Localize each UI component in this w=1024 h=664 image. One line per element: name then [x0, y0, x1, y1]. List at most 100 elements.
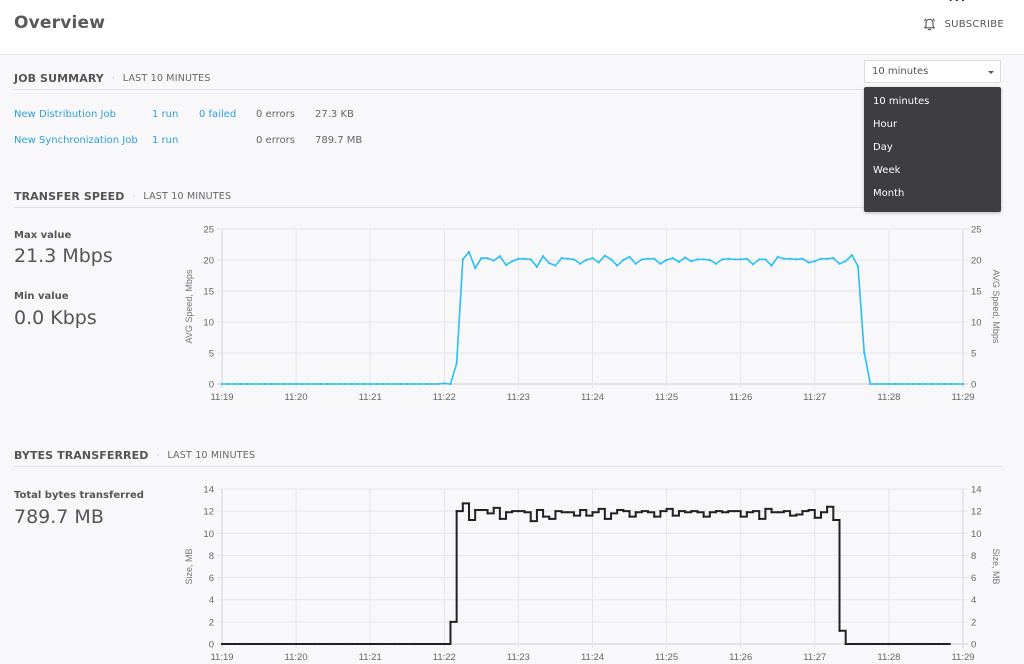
y-tick-label-right: 6	[971, 573, 976, 584]
data-point	[956, 0, 958, 1]
data-point	[659, 510, 661, 512]
data-point	[814, 517, 816, 519]
dropdown-option-month[interactable]: Month	[864, 184, 1001, 207]
data-point	[733, 510, 735, 512]
data-point	[295, 643, 297, 645]
data-point	[493, 507, 495, 509]
data-point	[863, 643, 865, 645]
y-tick-label-right: 2	[971, 617, 976, 628]
x-tick-label: 11:19	[210, 652, 233, 663]
data-point	[616, 509, 618, 511]
data-point	[715, 510, 717, 512]
data-point	[709, 511, 711, 513]
y-tick-label-right: 4	[971, 595, 976, 606]
data-point	[381, 643, 383, 645]
data-point	[468, 519, 470, 521]
data-point	[758, 518, 760, 520]
data-point	[746, 511, 748, 513]
data-point	[838, 630, 840, 632]
data-point	[684, 511, 686, 513]
data-point	[703, 516, 705, 518]
data-point	[943, 643, 945, 645]
data-point	[678, 510, 680, 512]
data-point	[875, 643, 877, 645]
data-point	[264, 643, 266, 645]
data-point	[517, 510, 519, 512]
data-point	[869, 643, 871, 645]
data-point	[307, 643, 309, 645]
data-point	[221, 643, 223, 645]
dropdown-option-week[interactable]: Week	[864, 161, 1001, 184]
data-point	[740, 516, 742, 518]
data-point	[721, 511, 723, 513]
data-point	[252, 643, 254, 645]
data-point	[906, 643, 908, 645]
data-point	[635, 511, 637, 513]
y-tick-label: 10	[203, 529, 214, 540]
x-tick-label: 11:27	[803, 652, 826, 663]
data-point	[276, 643, 278, 645]
data-point	[591, 511, 593, 513]
data-point	[666, 508, 668, 510]
data-point	[412, 643, 414, 645]
data-point	[604, 518, 606, 520]
data-point	[474, 509, 476, 511]
data-point	[443, 643, 445, 645]
dropdown-option-day[interactable]: Day	[864, 138, 1001, 161]
data-point	[900, 643, 902, 645]
data-point	[486, 512, 488, 514]
data-point	[925, 643, 927, 645]
data-point	[326, 643, 328, 645]
data-point	[845, 643, 847, 645]
time-range-select[interactable]: 10 minutes	[864, 60, 1001, 83]
data-point	[801, 510, 803, 512]
time-range-dropdown: 10 minutes Hour Day Week Month	[864, 87, 1001, 212]
data-point	[499, 518, 501, 520]
time-range-value: 10 minutes	[872, 66, 928, 77]
data-point	[561, 511, 563, 513]
data-point	[832, 519, 834, 521]
data-point	[672, 514, 674, 516]
dropdown-option-10-minutes[interactable]: 10 minutes	[864, 92, 1001, 115]
data-point	[826, 506, 828, 508]
y-tick-label: 14	[203, 485, 214, 496]
data-point	[505, 511, 507, 513]
dropdown-option-hour[interactable]: Hour	[864, 115, 1001, 138]
data-point	[962, 0, 964, 1]
x-tick-label: 11:23	[507, 652, 530, 663]
data-point	[258, 643, 260, 645]
x-tick-label: 11:22	[433, 652, 456, 663]
data-point	[622, 510, 624, 512]
data-point	[573, 514, 575, 516]
data-point	[894, 643, 896, 645]
data-point	[770, 511, 772, 513]
data-point	[808, 509, 810, 511]
data-point	[375, 643, 377, 645]
y-tick-label: 8	[209, 551, 214, 562]
data-point	[431, 643, 433, 645]
x-tick-label: 11:28	[877, 652, 900, 663]
data-point	[598, 508, 600, 510]
data-point	[314, 643, 316, 645]
data-point	[820, 511, 822, 513]
data-point	[480, 509, 482, 511]
data-point	[351, 643, 353, 645]
data-point	[579, 509, 581, 511]
data-point	[882, 643, 884, 645]
data-point	[913, 643, 915, 645]
data-point	[394, 643, 396, 645]
data-point	[363, 643, 365, 645]
y-tick-label-right: 14	[971, 485, 982, 496]
data-point	[851, 643, 853, 645]
data-point	[783, 510, 785, 512]
data-point	[320, 643, 322, 645]
data-point	[400, 643, 402, 645]
data-point	[795, 513, 797, 515]
data-point	[388, 643, 390, 645]
series-line	[222, 503, 951, 644]
data-point	[536, 509, 538, 511]
data-point	[332, 643, 334, 645]
data-point	[239, 643, 241, 645]
data-point	[246, 643, 248, 645]
data-point	[289, 643, 291, 645]
